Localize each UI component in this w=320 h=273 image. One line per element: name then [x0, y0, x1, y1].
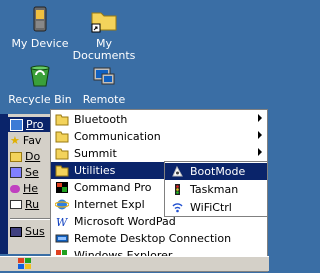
programs-menu-item-label: Remote Desktop Connection	[74, 232, 232, 245]
start-menu-item-suspend[interactable]: Sus	[8, 224, 54, 239]
utilities-menu: BootMode Taskman WiFiCtrl	[164, 161, 268, 217]
chevron-right-icon	[258, 131, 262, 139]
internet-explorer-icon	[55, 199, 69, 210]
recycle-bin-icon	[30, 65, 50, 87]
desktop-icon-label: Remote	[82, 93, 126, 106]
start-menu-item-label: He	[23, 182, 39, 195]
start-menu-item-programs[interactable]: Pro	[8, 117, 54, 132]
command-prompt-icon	[56, 182, 68, 193]
start-menu-item-label: Se	[25, 166, 39, 179]
taskman-icon	[175, 184, 180, 195]
svg-text:W: W	[56, 216, 69, 228]
start-menu-item-help[interactable]: He	[8, 181, 54, 196]
help-icon	[10, 184, 20, 193]
remote-icon	[93, 67, 115, 85]
utilities-menu-item-taskman[interactable]: Taskman	[165, 181, 267, 198]
folder-icon	[91, 12, 117, 33]
desktop-icon-remote[interactable]: Remote	[64, 60, 144, 106]
wordpad-icon: W	[56, 216, 69, 228]
programs-menu-item-label: Communication	[74, 130, 161, 143]
start-menu-item-settings[interactable]: Se	[8, 165, 54, 180]
folder-icon	[55, 114, 69, 126]
desktop-icon-my-documents[interactable]: My Documents	[64, 4, 144, 62]
start-menu-banner	[0, 114, 8, 254]
remote-desktop-icon	[55, 234, 69, 243]
favorites-icon: ★	[10, 134, 20, 147]
utilities-menu-item-label: BootMode	[190, 165, 246, 178]
settings-icon	[10, 167, 22, 178]
start-menu-item-label: Sus	[25, 225, 45, 238]
start-menu-item-label: Ru	[25, 198, 40, 211]
run-icon	[10, 200, 22, 209]
chevron-right-icon	[258, 114, 262, 122]
folder-icon	[55, 148, 69, 160]
start-menu-item-favorites[interactable]: ★ Fav	[8, 133, 54, 148]
windows-logo-icon	[18, 258, 31, 269]
programs-icon	[10, 118, 23, 131]
utilities-menu-item-bootmode[interactable]: BootMode	[165, 163, 267, 180]
start-menu-item-label: Do	[25, 150, 41, 163]
start-menu-item-label: Pro	[26, 118, 44, 131]
folder-icon	[55, 131, 69, 143]
utilities-menu-item-label: WiFiCtrl	[190, 201, 232, 214]
programs-menu-item-label: Command Pro	[74, 181, 152, 194]
programs-menu-item-label: Summit	[74, 147, 117, 160]
desktop-icon-label: My Documents	[72, 37, 136, 62]
programs-menu-item-bluetooth[interactable]: Bluetooth	[51, 111, 265, 128]
utilities-menu-item-wifictrl[interactable]: WiFiCtrl	[165, 199, 267, 216]
utilities-menu-item-label: Taskman	[190, 183, 239, 196]
start-menu-item-documents[interactable]: Do	[8, 149, 54, 164]
suspend-icon	[10, 226, 22, 237]
programs-menu-item-label: Bluetooth	[74, 113, 128, 126]
programs-menu-item-label: Utilities	[74, 164, 116, 177]
programs-menu-item-communication[interactable]: Communication	[51, 128, 265, 145]
start-menu-item-run[interactable]: Ru	[8, 197, 54, 212]
taskbar	[0, 256, 269, 271]
documents-icon	[10, 151, 22, 162]
bootmode-icon	[172, 165, 183, 177]
programs-menu-item-remote-desktop[interactable]: Remote Desktop Connection	[51, 230, 265, 247]
folder-icon	[55, 165, 69, 177]
chevron-right-icon	[258, 148, 262, 156]
start-button[interactable]	[18, 258, 32, 270]
start-menu-divider	[10, 218, 52, 220]
programs-menu-item-label: Internet Expl	[74, 198, 145, 211]
programs-menu-item-label: Microsoft WordPad	[74, 215, 176, 228]
wifictrl-icon	[172, 203, 183, 213]
device-icon	[33, 6, 47, 32]
programs-menu-item-summit[interactable]: Summit	[51, 145, 265, 162]
start-menu-item-label: Fav	[22, 134, 42, 147]
